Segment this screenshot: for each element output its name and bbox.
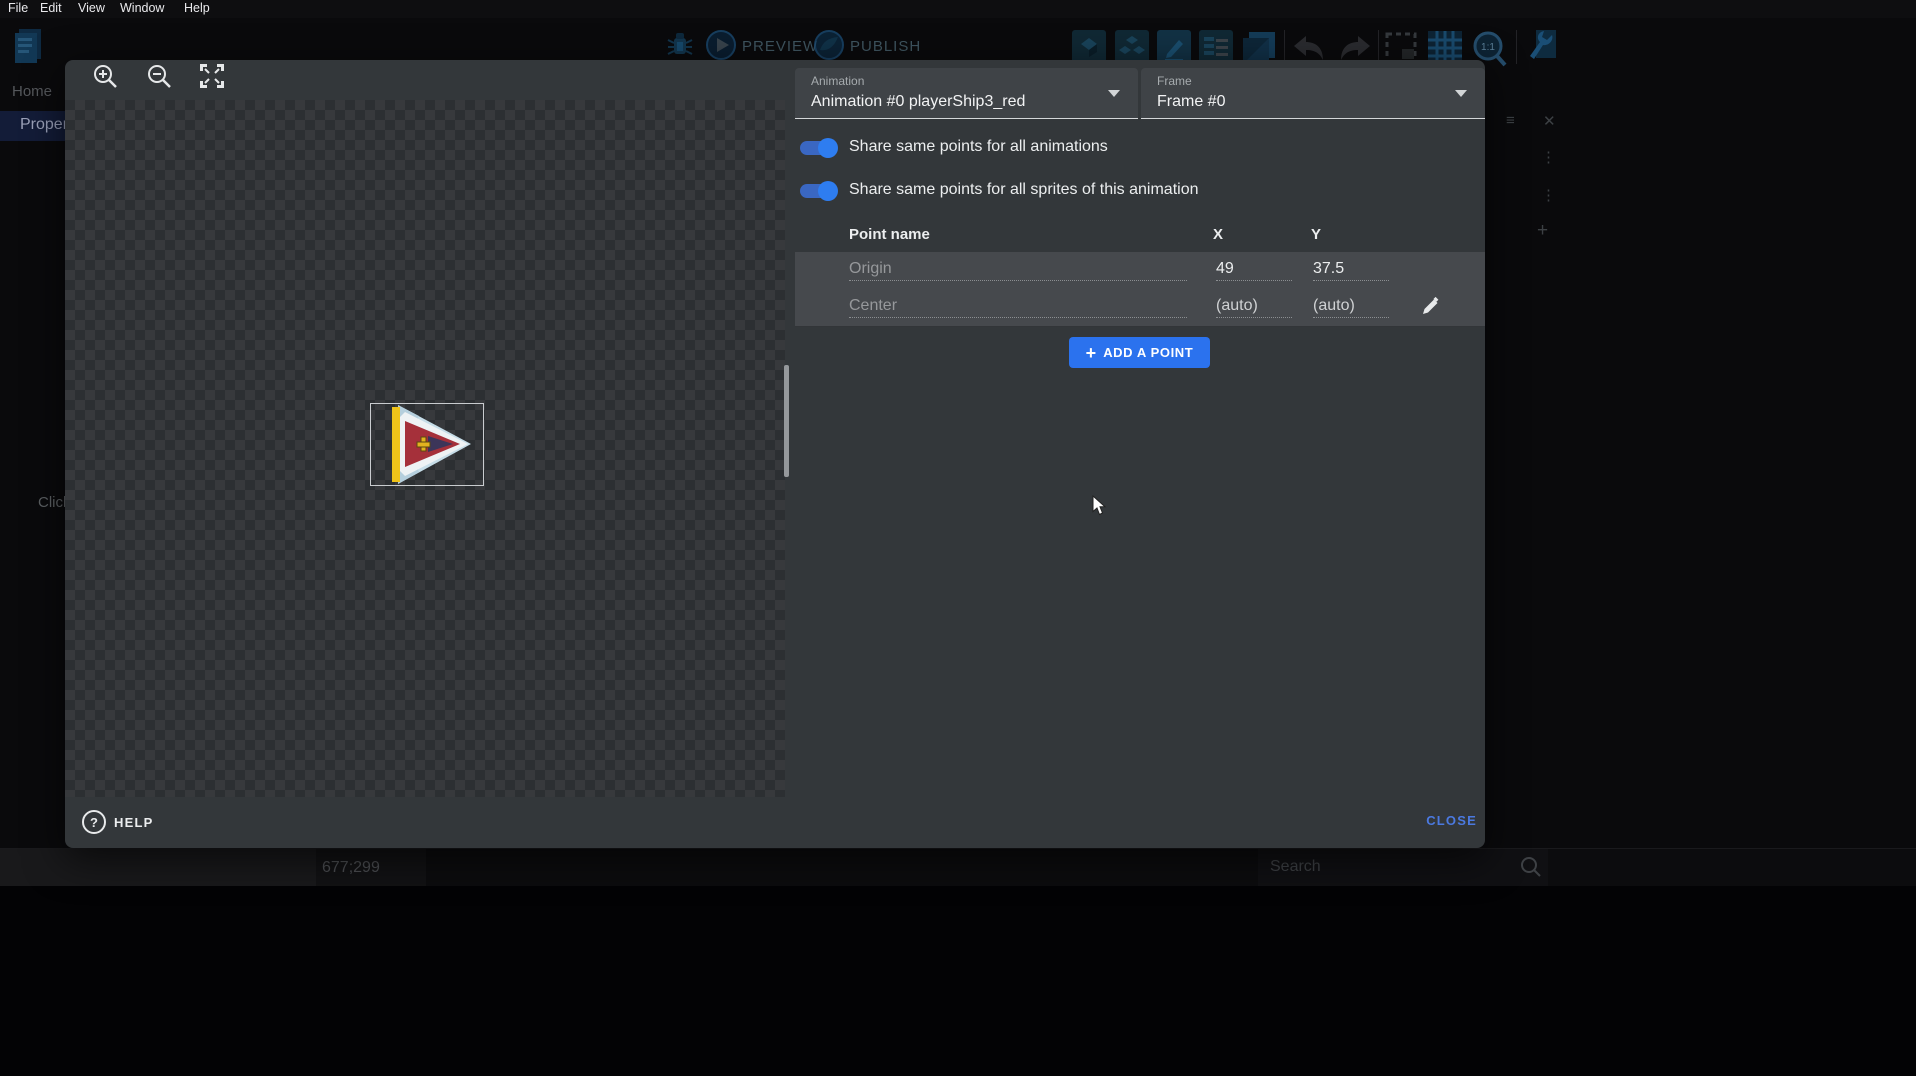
- column-header-point-name: Point name: [849, 226, 930, 243]
- close-panel-icon: ✕: [1543, 112, 1556, 130]
- player-ship-sprite: [371, 404, 483, 485]
- undo-icon: [1292, 34, 1326, 62]
- menu-help[interactable]: Help: [184, 1, 210, 15]
- frame-select[interactable]: Frame Frame #0: [1141, 68, 1485, 119]
- point-name-field[interactable]: Center: [849, 297, 1187, 318]
- table-row-origin: Origin 49 37.5: [795, 252, 1485, 290]
- add-a-point-button[interactable]: + ADD A POINT: [1069, 337, 1210, 368]
- zoom-in-icon[interactable]: [92, 63, 118, 89]
- edit-points-dialog: Animation Animation #0 playerShip3_red F…: [65, 60, 1485, 848]
- debug-icon: [664, 30, 696, 62]
- search-input: Search: [1258, 849, 1548, 887]
- kebab-menu-icon: ⋮: [1541, 148, 1556, 166]
- preview-label: PREVIEW: [742, 38, 818, 55]
- dialog-footer: ? HELP CLOSE: [65, 797, 1485, 848]
- mouse-cursor: [1092, 495, 1107, 517]
- help-label: HELP: [114, 815, 153, 830]
- objects-group-icon: [1115, 30, 1149, 64]
- tab-properties: Proper: [0, 111, 65, 141]
- scrollbar-thumb[interactable]: [784, 365, 789, 477]
- frame-select-label: Frame: [1157, 74, 1192, 88]
- help-question-icon: ?: [82, 810, 106, 834]
- close-button[interactable]: CLOSE: [1426, 813, 1477, 828]
- share-points-all-animations-toggle[interactable]: [800, 141, 834, 155]
- menu-bar: File Edit View Window Help: [0, 0, 1916, 18]
- animation-select-value: Animation #0 playerShip3_red: [811, 93, 1025, 111]
- toolbar-separator: [1378, 30, 1379, 64]
- plus-icon: +: [1086, 344, 1097, 362]
- share-points-all-sprites-toggle[interactable]: [800, 184, 834, 198]
- search-icon: [1520, 856, 1542, 878]
- chevron-down-icon: [1455, 90, 1467, 97]
- object-icon: [1072, 30, 1106, 64]
- table-row-center: Center (auto) (auto): [795, 289, 1485, 327]
- frame-select-value: Frame #0: [1157, 93, 1225, 111]
- share-points-all-sprites-label: Share same points for all sprites of thi…: [849, 181, 1199, 199]
- tab-home: Home: [12, 83, 52, 100]
- zoom-out-icon[interactable]: [146, 63, 172, 89]
- bottom-filler: [0, 886, 1916, 1076]
- menu-view[interactable]: View: [78, 1, 105, 15]
- preferences-wrench-icon: [1524, 28, 1558, 66]
- share-points-all-animations-label: Share same points for all animations: [849, 138, 1108, 156]
- help-button[interactable]: ? HELP: [82, 810, 153, 834]
- point-x-field[interactable]: (auto): [1216, 297, 1292, 318]
- column-header-y: Y: [1311, 226, 1321, 243]
- point-y-field[interactable]: 37.5: [1313, 260, 1389, 281]
- publish-label: PUBLISH: [850, 38, 921, 55]
- publish-icon: [814, 30, 844, 60]
- cursor-coordinates: 677;299: [316, 849, 426, 887]
- toggle-thumb: [818, 138, 838, 158]
- add-a-point-label: ADD A POINT: [1103, 345, 1193, 360]
- animation-select-label: Animation: [811, 74, 864, 88]
- events-list-icon: [1199, 30, 1233, 64]
- menu-file[interactable]: File: [8, 1, 28, 15]
- animation-select[interactable]: Animation Animation #0 playerShip3_red: [795, 68, 1138, 119]
- toggle-thumb: [818, 181, 838, 201]
- edit-point-pencil-icon[interactable]: [1419, 296, 1441, 318]
- menu-window[interactable]: Window: [120, 1, 164, 15]
- toolbar-separator: [1284, 30, 1285, 64]
- svg-text:1:1: 1:1: [1481, 42, 1495, 53]
- chevron-down-icon: [1108, 90, 1120, 97]
- status-left-block: [0, 849, 316, 887]
- menu-edit[interactable]: Edit: [40, 1, 62, 15]
- redo-icon: [1338, 34, 1372, 62]
- add-object-icon: +: [1537, 220, 1548, 242]
- column-header-x: X: [1213, 226, 1223, 243]
- project-manager-icon: [13, 27, 43, 65]
- status-bar: 677;299 Search: [0, 848, 1916, 887]
- search-placeholder: Search: [1270, 858, 1321, 876]
- point-x-field[interactable]: 49: [1216, 260, 1292, 281]
- preview-icon: [706, 30, 736, 60]
- point-y-field[interactable]: (auto): [1313, 297, 1389, 318]
- kebab-menu-icon: ⋮: [1541, 186, 1556, 204]
- toolbar-separator: [1516, 30, 1517, 64]
- point-name-field[interactable]: Origin: [849, 260, 1187, 281]
- filter-icon: ≡: [1506, 112, 1515, 129]
- sprite-selection-box[interactable]: [371, 404, 483, 485]
- fit-to-screen-icon[interactable]: [199, 63, 225, 89]
- edit-scene-icon: [1157, 30, 1191, 64]
